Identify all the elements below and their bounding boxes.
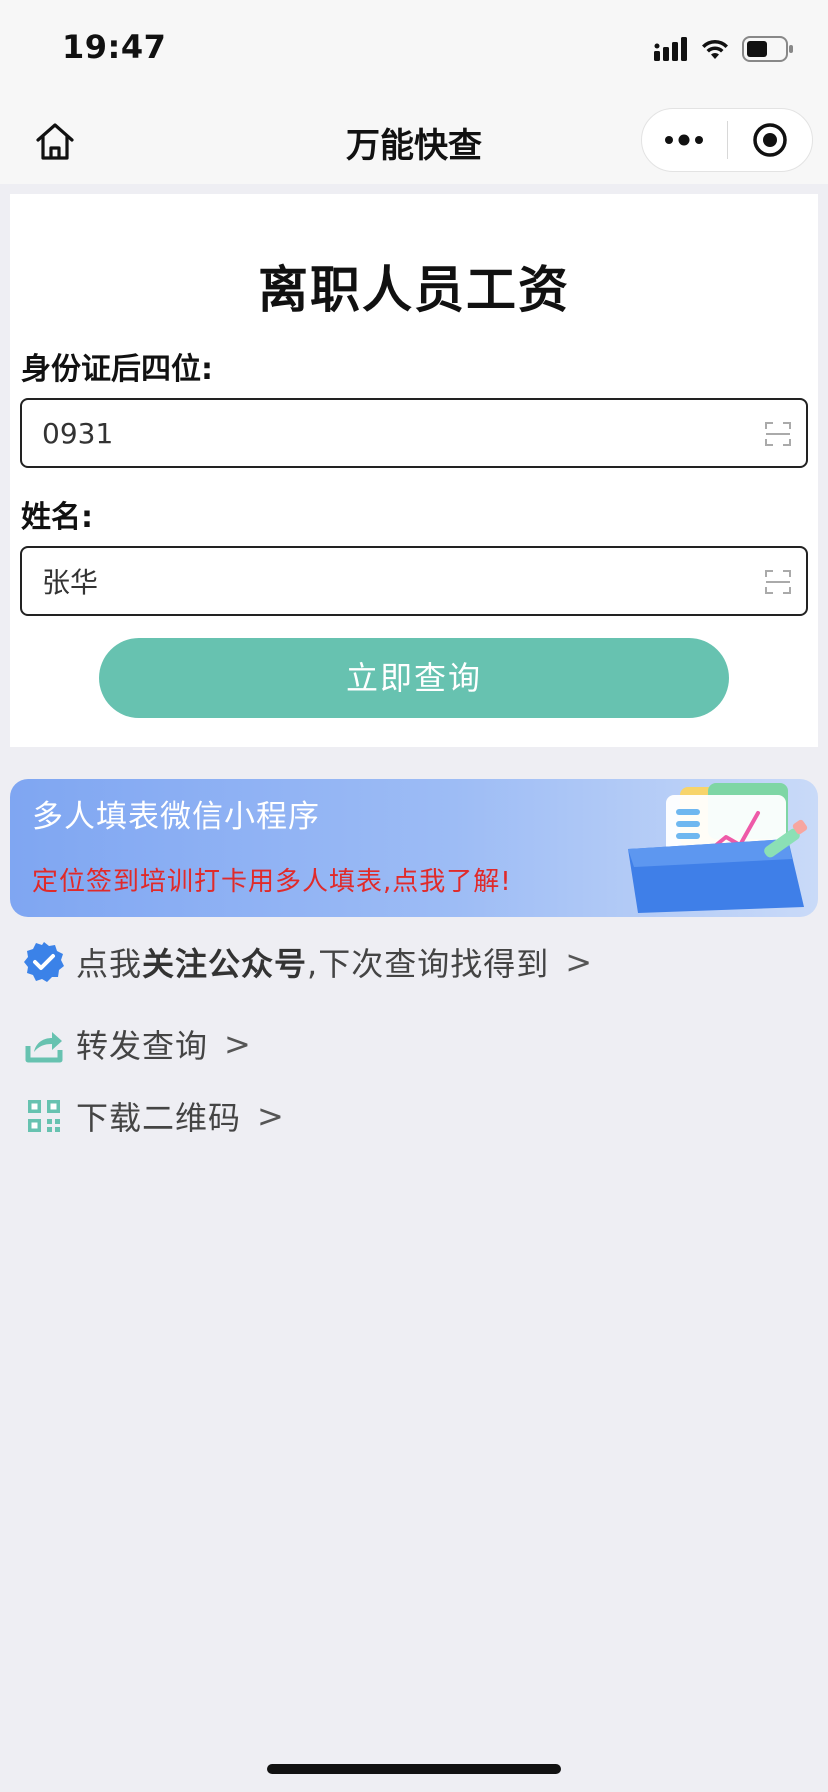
more-dots-icon xyxy=(665,134,704,146)
banner-title: 多人填表微信小程序 xyxy=(32,799,320,835)
name-input[interactable] xyxy=(42,548,742,614)
chevron-right-icon: > xyxy=(224,1025,252,1063)
nav-bar: 万能快查 xyxy=(0,98,828,184)
share-forward-icon xyxy=(20,1020,68,1068)
more-button[interactable] xyxy=(642,109,727,171)
folder-chart-illustration-icon xyxy=(628,783,808,913)
name-label: 姓名: xyxy=(21,500,93,535)
name-field xyxy=(20,546,808,616)
close-button[interactable] xyxy=(728,109,813,171)
follow-link-suffix: ,下次查询找得到 xyxy=(307,945,550,983)
status-time: 19:47 xyxy=(62,28,167,66)
download-qr-label: 下载二维码 xyxy=(76,1099,242,1137)
banner-subtitle: 定位签到培训打卡用多人填表,点我了解! xyxy=(32,867,512,897)
follow-official-account-link[interactable]: 点我 关注公众号 ,下次查询找得到 > xyxy=(20,938,593,986)
query-form-card: 离职人员工资 身份证后四位: 姓名: 立即查询 xyxy=(10,194,818,747)
submit-query-button[interactable]: 立即查询 xyxy=(99,638,729,718)
status-bar: 19:47 xyxy=(0,0,828,98)
forward-query-link[interactable]: 转发查询 > xyxy=(20,1020,252,1068)
follow-link-strong: 关注公众号 xyxy=(142,945,308,983)
battery-icon xyxy=(742,36,793,62)
id-last4-field xyxy=(20,398,808,468)
scan-icon[interactable] xyxy=(764,420,792,448)
mini-program-capsule xyxy=(641,108,813,172)
qrcode-icon xyxy=(20,1092,68,1140)
download-qrcode-link[interactable]: 下载二维码 > xyxy=(20,1092,285,1140)
verified-badge-icon xyxy=(20,938,68,986)
target-close-icon xyxy=(753,123,787,157)
status-icons xyxy=(654,34,794,64)
home-indicator[interactable] xyxy=(267,1764,561,1774)
form-title: 离职人员工资 xyxy=(258,261,570,319)
chevron-right-icon: > xyxy=(565,943,594,981)
forward-link-label: 转发查询 xyxy=(76,1027,209,1065)
chevron-right-icon: > xyxy=(257,1097,285,1135)
signal-icon xyxy=(654,37,687,61)
id-last4-label: 身份证后四位: xyxy=(21,352,213,387)
follow-link-prefix: 点我 xyxy=(76,945,143,983)
promo-banner[interactable]: 多人填表微信小程序 定位签到培训打卡用多人填表,点我了解! xyxy=(10,779,818,917)
id-last4-input[interactable] xyxy=(42,400,742,466)
scan-icon[interactable] xyxy=(764,568,792,596)
wifi-icon xyxy=(702,39,728,59)
